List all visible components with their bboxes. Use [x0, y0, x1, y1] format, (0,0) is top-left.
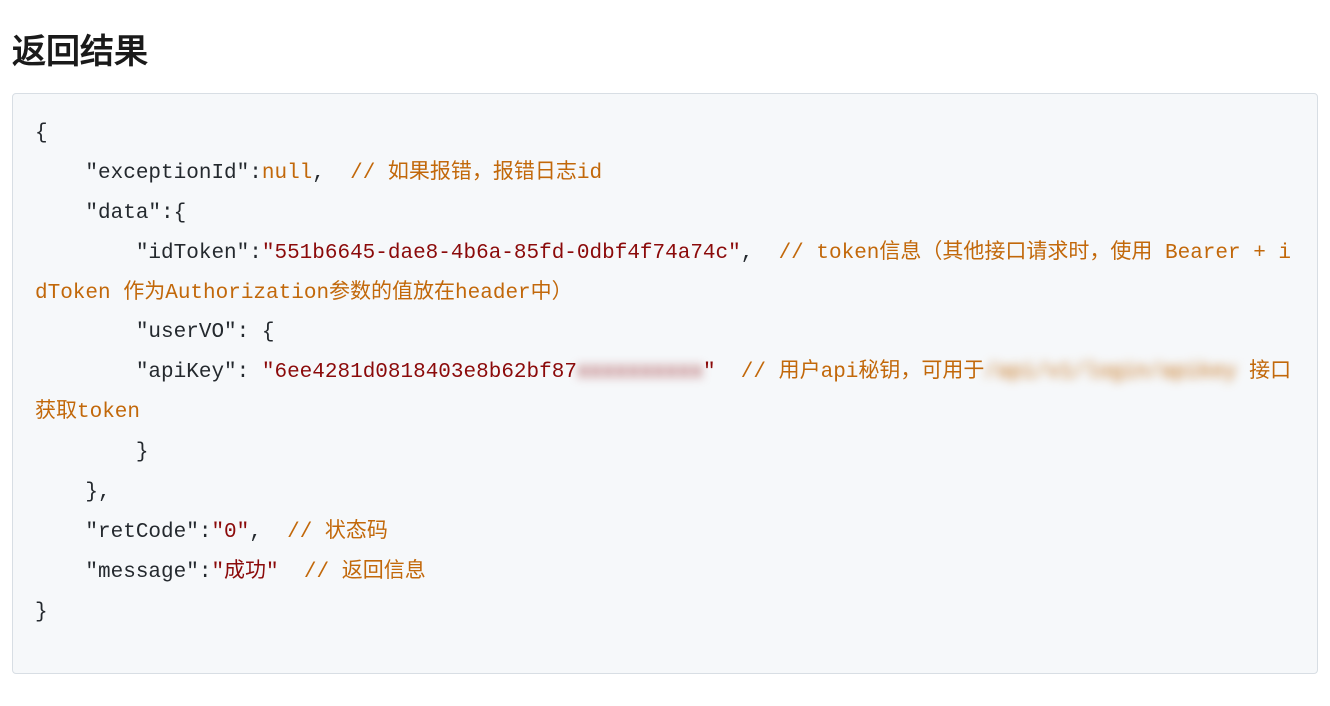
comment-message: // 返回信息 [304, 561, 426, 584]
comma: , [741, 242, 754, 265]
json-key-data: "data" [85, 202, 161, 225]
comment-exceptionId: // 如果报错，报错日志id [350, 162, 602, 185]
colon: : [249, 242, 262, 265]
json-key-apiKey: "apiKey" [136, 361, 237, 384]
colon: : [249, 162, 262, 185]
comment-apiKey-redacted-path: /api/v1/login/apikey [984, 361, 1236, 384]
brace: : { [237, 321, 275, 344]
brace: :{ [161, 202, 186, 225]
section-heading: 返回结果 [12, 24, 1318, 73]
brace-close: } [136, 441, 149, 464]
colon: : [237, 361, 262, 384]
comment-retCode: // 状态码 [287, 521, 388, 544]
brace-open: { [35, 122, 48, 145]
json-key-userVO: "userVO" [136, 321, 237, 344]
json-key-exceptionId: "exceptionId" [85, 162, 249, 185]
json-string-idToken: "551b6645-dae8-4b6a-85fd-0dbf4f74a74c" [262, 242, 741, 265]
json-key-message: "message" [85, 561, 198, 584]
json-key-idToken: "idToken" [136, 242, 249, 265]
json-string-message: "成功" [211, 561, 278, 584]
comment-apiKey-part1: // 用户api秘钥，可用于 [741, 361, 985, 384]
response-code-block: { "exceptionId":null, // 如果报错，报错日志id "da… [12, 93, 1318, 674]
json-string-retCode: "0" [211, 521, 249, 544]
page-root: 返回结果 { "exceptionId":null, // 如果报错，报错日志i… [0, 0, 1330, 674]
json-string-apiKey-visible: "6ee4281d0818403e8b62bf87 [262, 361, 577, 384]
colon: : [199, 561, 212, 584]
comma: , [249, 521, 262, 544]
comma: , [312, 162, 325, 185]
json-string-apiKey-redacted: xxxxxxxxxx [577, 361, 703, 384]
json-null: null [262, 162, 312, 185]
brace-close: } [35, 601, 48, 624]
colon: : [199, 521, 212, 544]
json-string-close-quote: " [703, 361, 716, 384]
json-key-retCode: "retCode" [85, 521, 198, 544]
brace-close: }, [85, 481, 110, 504]
